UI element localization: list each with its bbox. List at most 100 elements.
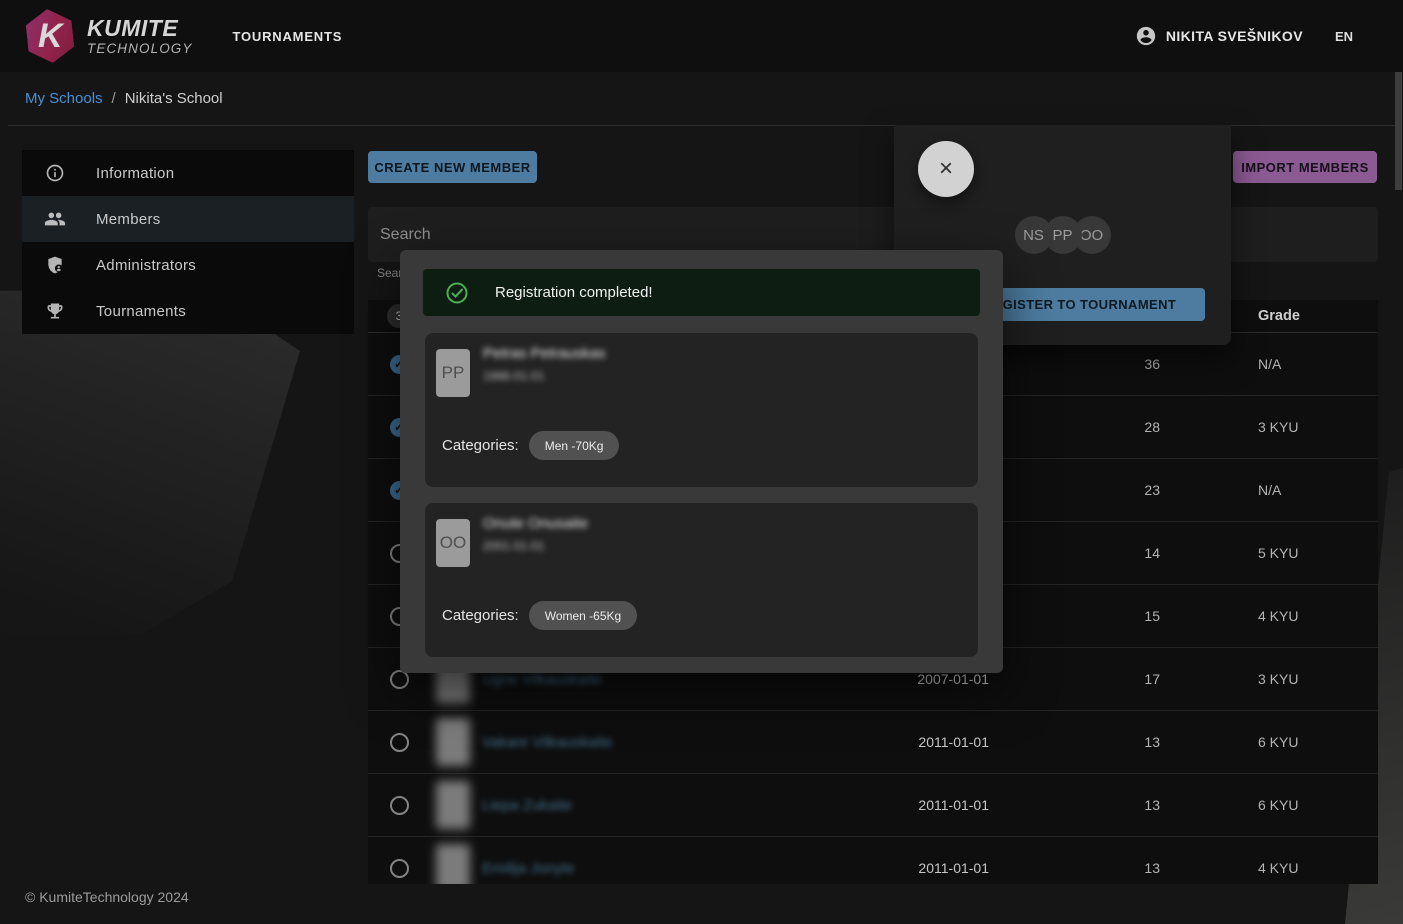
sidebar-item-label: Tournaments [96,303,186,320]
row-dob-cell: 2011-01-01 [875,860,995,876]
search-placeholder: Search [380,226,431,244]
row-dob-cell: 2007-01-01 [875,671,995,687]
account-circle-icon [1135,25,1157,47]
info-icon [44,162,66,184]
brand-name: KUMITE [87,16,193,40]
sidebar-item-label: Information [96,165,174,182]
row-grade-cell: N/A [1160,482,1378,498]
member-name-blurred: Petras Petrauskas [483,345,606,362]
row-dob-cell: 2011-01-01 [875,797,995,813]
category-chip: Women -65Kg [529,601,637,630]
member-name-link-blurred[interactable]: Liepa Zukaite [482,797,572,814]
trophy-icon [44,300,66,322]
row-age-cell: 28 [995,419,1160,435]
row-grade-cell: N/A [1160,356,1378,372]
row-age-cell: 23 [995,482,1160,498]
row-age-cell: 15 [995,608,1160,624]
user-menu[interactable]: NIKITA SVEŠNIKOV [1135,25,1303,47]
member-name-link-blurred[interactable]: Vakare Vilkauskaite [482,734,612,751]
registration-modal: Registration completed! PP Petras Petrau… [400,250,1003,673]
member-birthdate-blurred: 2001-01-01 [483,539,544,553]
top-nav: K KUMITE TECHNOLOGY TOURNAMENTS NIKITA S… [0,0,1403,72]
sidebar-item-members[interactable]: Members [22,196,354,242]
row-age-cell: 13 [995,797,1160,813]
nav-right-group: NIKITA SVEŠNIKOV EN [1135,25,1353,47]
member-avatar-blurred [436,844,470,884]
admin-shield-icon [44,254,66,276]
member-avatar-blurred [436,781,470,829]
members-icon [44,208,66,230]
sidebar-item-information[interactable]: Information [22,150,354,196]
row-checkbox[interactable] [390,733,409,752]
row-grade-cell: 6 KYU [1160,734,1378,750]
registered-member-card: OO Onute Onusaite 2001-01-01 Categories:… [425,503,978,657]
row-name-cell: Liepa Zukaite [430,781,875,829]
row-grade-cell: 3 KYU [1160,419,1378,435]
background-hexagon-shape [0,285,330,635]
row-age-cell: 13 [995,860,1160,876]
category-chip: Men -70Kg [529,431,620,460]
close-icon: × [939,157,953,181]
row-select-cell [368,859,430,878]
row-age-cell: 14 [995,545,1160,561]
brand-text: KUMITE TECHNOLOGY [87,16,193,55]
success-banner: Registration completed! [423,269,980,316]
breadcrumb-separator: / [112,90,116,107]
brand-subname: TECHNOLOGY [87,41,193,56]
row-grade-cell: 4 KYU [1160,608,1378,624]
row-name-cell: Emilija Jonyte [430,844,875,884]
close-button[interactable]: × [918,141,974,197]
nav-item-tournaments[interactable]: TOURNAMENTS [233,29,343,44]
row-grade-cell: 6 KYU [1160,797,1378,813]
sidebar-item-label: Administrators [96,257,196,274]
table-row[interactable]: Liepa Zukaite 2011-01-01 13 6 KYU [368,774,1378,837]
member-name-link-blurred[interactable]: Ugne Vilkauskaite [482,671,602,688]
sidebar-item-administrators[interactable]: Administrators [22,242,354,288]
categories-label: Categories: [442,437,519,454]
row-age-cell: 13 [995,734,1160,750]
member-name-link-blurred[interactable]: Emilija Jonyte [482,860,575,877]
logo-letter: K [38,19,63,53]
scrollbar-thumb[interactable] [1395,72,1402,190]
selected-members-avatars: NS PP OO [894,216,1231,254]
sidebar-item-label: Members [96,211,161,228]
row-select-cell [368,733,430,752]
breadcrumb-current: Nikita's School [125,90,223,107]
member-avatar-blurred [436,718,470,766]
breadcrumb: My Schools / Nikita's School [25,90,223,107]
page: K KUMITE TECHNOLOGY TOURNAMENTS NIKITA S… [0,0,1403,924]
row-dob-cell: 2011-01-01 [875,734,995,750]
row-grade-cell: 4 KYU [1160,860,1378,876]
row-grade-cell: 5 KYU [1160,545,1378,561]
sidebar: Information Members Administrators Tourn… [22,150,354,334]
row-grade-cell: 3 KYU [1160,671,1378,687]
success-message: Registration completed! [495,284,653,301]
create-new-member-button[interactable]: CREATE NEW MEMBER [368,151,537,183]
row-age-cell: 36 [995,356,1160,372]
avatar-initials: NS [1015,216,1053,254]
table-row[interactable]: Vakare Vilkauskaite 2011-01-01 13 6 KYU [368,711,1378,774]
check-circle-icon [445,281,469,305]
row-checkbox[interactable] [390,859,409,878]
member-initials-avatar: PP [436,349,470,397]
row-age-cell: 17 [995,671,1160,687]
table-row[interactable]: Emilija Jonyte 2011-01-01 13 4 KYU [368,837,1378,884]
categories-label: Categories: [442,607,519,624]
row-checkbox[interactable] [390,796,409,815]
row-name-cell: Vakare Vilkauskaite [430,718,875,766]
member-birthdate-blurred: 1988-01-01 [483,369,544,383]
categories-row: Categories: Men -70Kg [442,431,619,460]
row-select-cell [368,796,430,815]
language-switcher[interactable]: EN [1335,29,1353,44]
member-name-blurred: Onute Onusaite [483,515,588,532]
sidebar-item-tournaments[interactable]: Tournaments [22,288,354,334]
member-initials-avatar: OO [436,519,470,567]
logo-hexagon-icon: K [22,7,77,66]
import-members-button[interactable]: IMPORT MEMBERS [1233,151,1377,183]
categories-row: Categories: Women -65Kg [442,601,637,630]
brand-logo[interactable]: K KUMITE TECHNOLOGY [25,9,193,63]
breadcrumb-my-schools[interactable]: My Schools [25,90,103,107]
footer-copyright: © KumiteTechnology 2024 [25,889,189,905]
user-name: NIKITA SVEŠNIKOV [1166,28,1303,44]
registered-member-card: PP Petras Petrauskas 1988-01-01 Categori… [425,333,978,487]
